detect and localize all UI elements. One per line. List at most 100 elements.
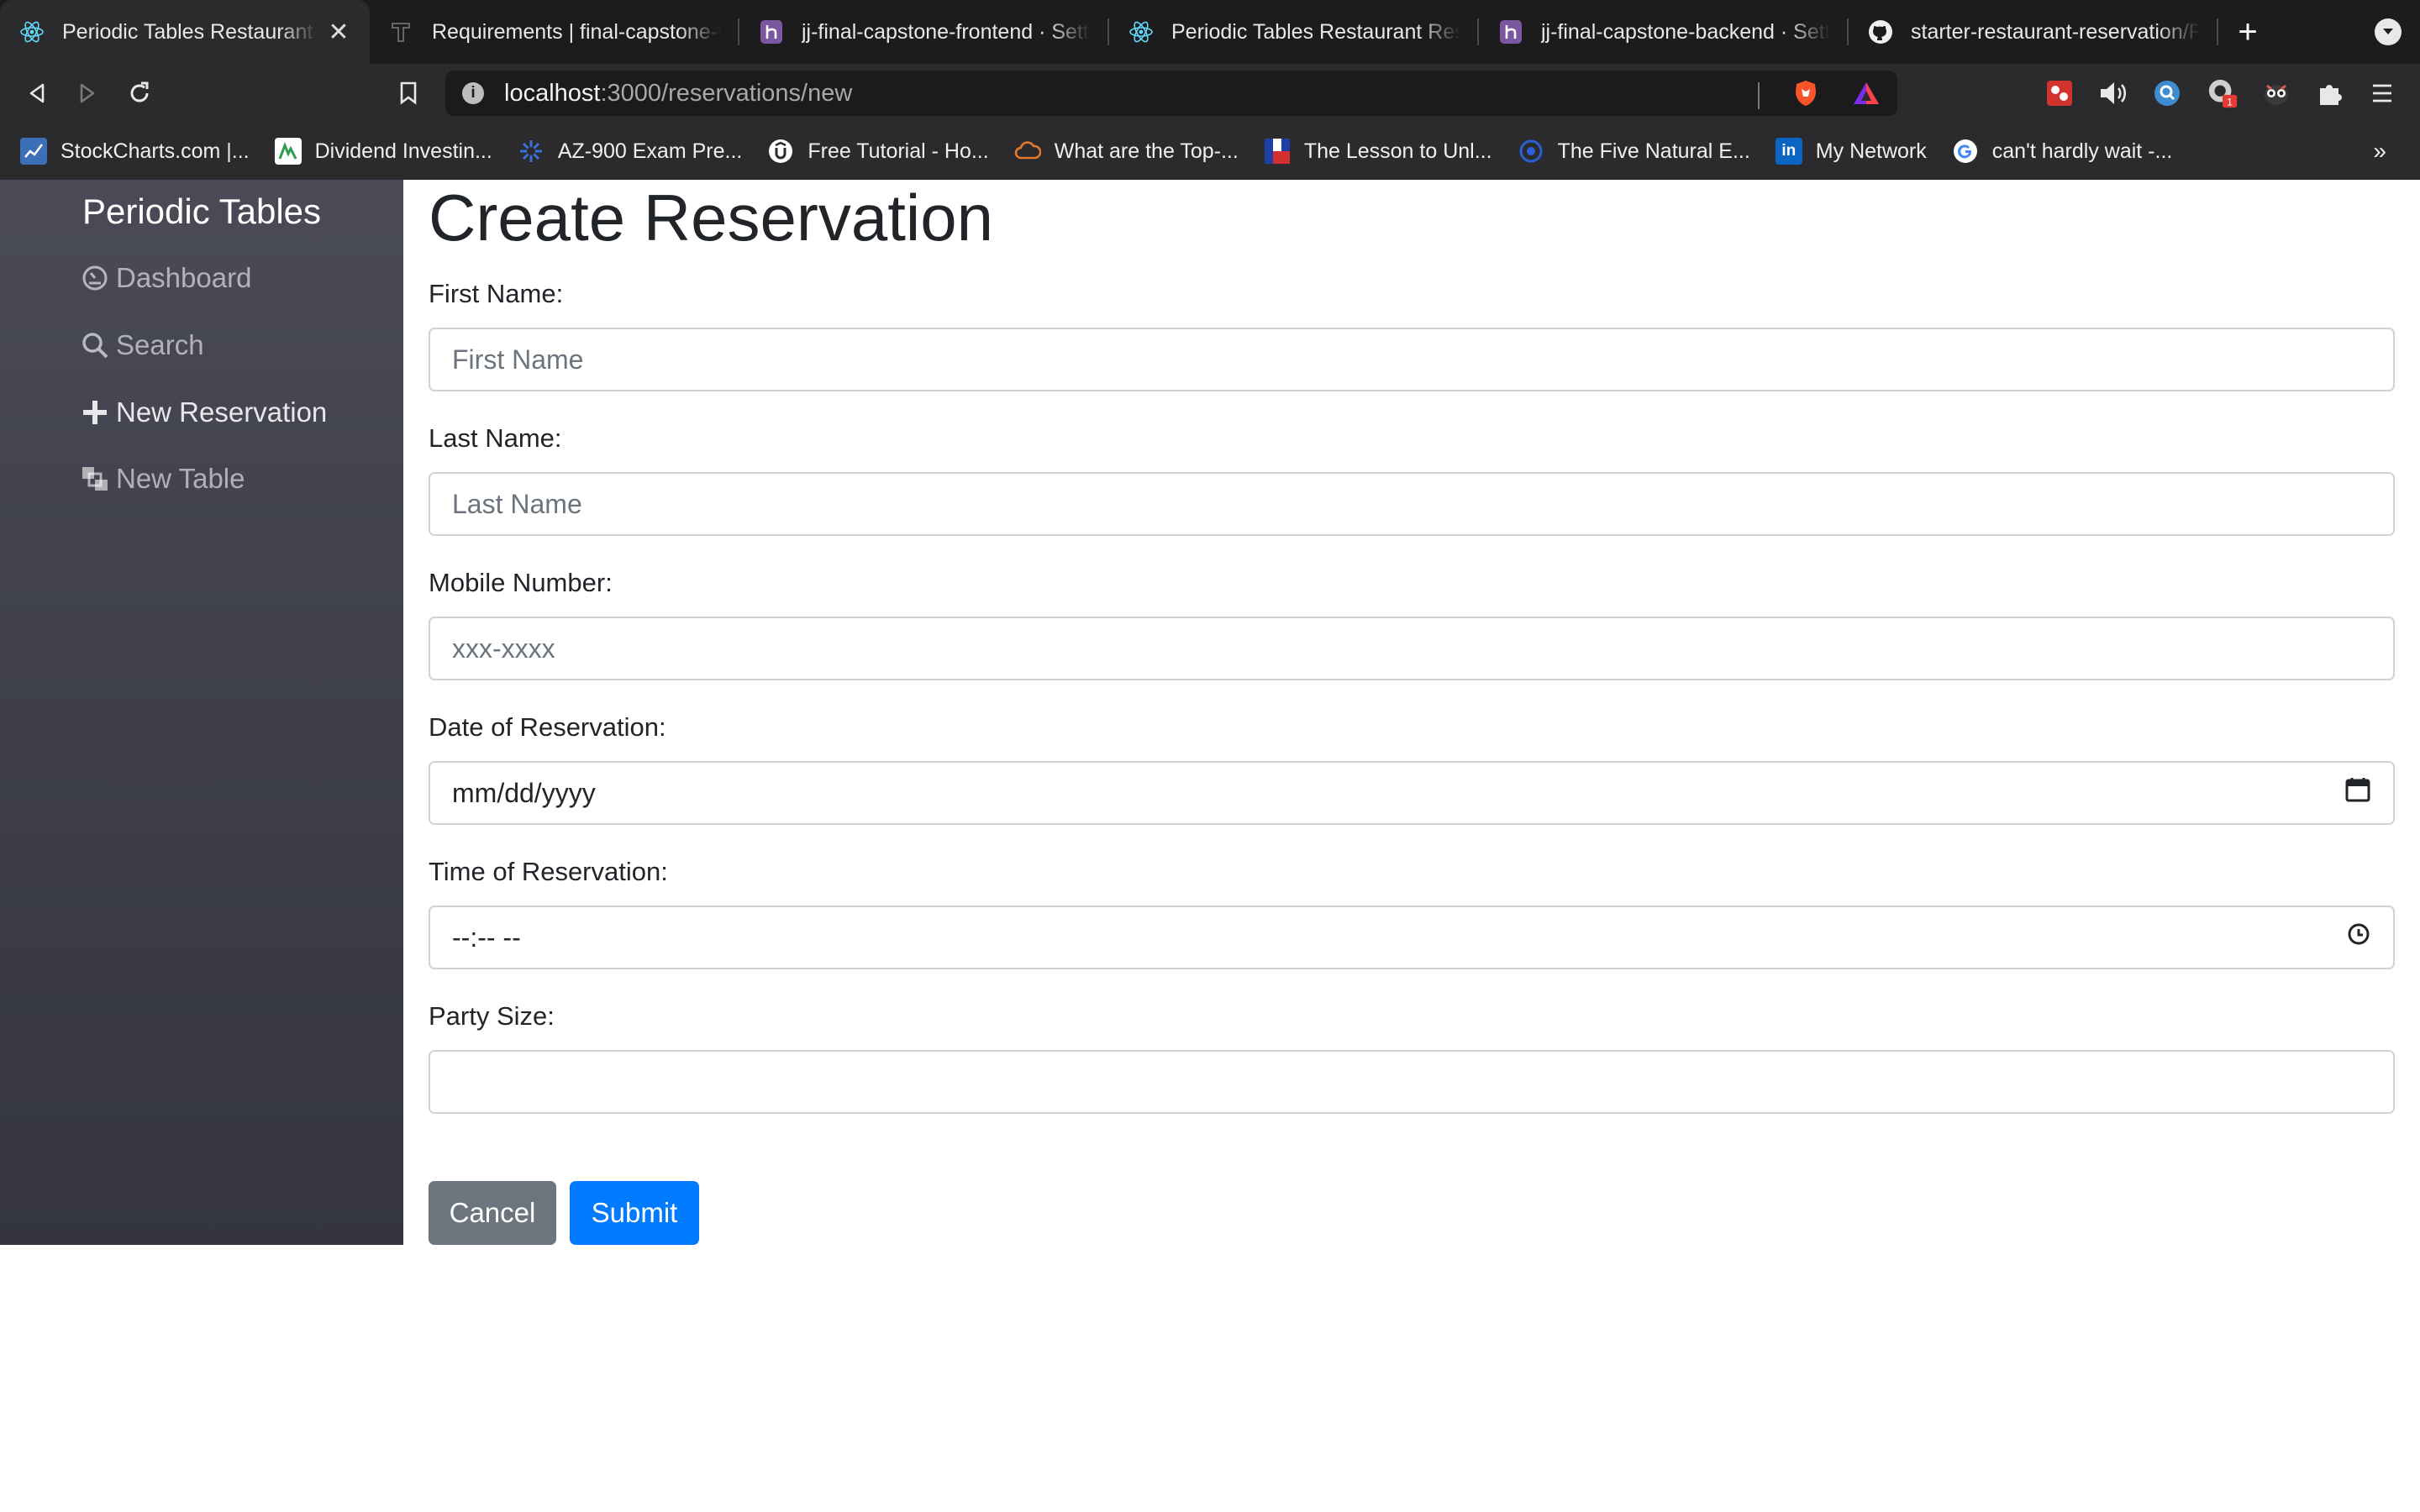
dashboard-icon (81, 264, 109, 292)
url-host: localhost (504, 79, 601, 107)
party-size-label: Party Size: (429, 1001, 555, 1031)
cancel-button[interactable]: Cancel (429, 1181, 556, 1245)
site-info-icon[interactable]: i (462, 82, 484, 104)
brave-rewards-icon[interactable] (1852, 81, 1881, 110)
date-input-placeholder: mm/dd/yyyy (452, 777, 596, 808)
bookmark-icon[interactable] (383, 68, 434, 118)
brand-title[interactable]: Periodic Tables (0, 192, 403, 232)
bookmark-label: AZ-900 Exam Pre... (557, 139, 743, 163)
github-icon (1867, 18, 1894, 45)
bookmark-cloud[interactable]: What are the Top-... (1014, 138, 1239, 165)
last-name-label: Last Name: (429, 423, 562, 453)
react-icon (18, 18, 45, 45)
tab-backend-settings[interactable]: jj-final-capstone-backend · Settings (1479, 0, 1849, 64)
bookmark-stockcharts[interactable]: StockCharts.com |... (20, 138, 250, 165)
bookmark-my-network[interactable]: in My Network (1775, 138, 1927, 165)
extension-owl-icon[interactable] (2260, 77, 2292, 109)
svg-text:1: 1 (2227, 96, 2233, 108)
sidebar-item-dashboard[interactable]: Dashboard (81, 262, 251, 294)
tab-search-menu-icon[interactable] (2375, 18, 2402, 45)
time-field[interactable]: --:-- -- (429, 906, 2395, 969)
back-icon[interactable] (12, 68, 62, 118)
mobile-number-input[interactable] (452, 618, 2371, 679)
date-field[interactable]: mm/dd/yyyy (429, 761, 2395, 825)
dividend-icon (274, 138, 302, 165)
tab-divider (2217, 18, 2218, 45)
sidebar-item-search[interactable]: Search (81, 329, 204, 361)
sidebar-item-new-table[interactable]: New Table (81, 463, 245, 495)
bookmark-label: The Five Natural E... (1557, 139, 1750, 163)
address-bar[interactable]: i localhost:3000/reservations/new (445, 71, 1897, 116)
heroku-icon (758, 18, 785, 45)
linkedin-icon: in (1775, 138, 1802, 165)
tab-frontend-settings[interactable]: jj-final-capstone-frontend · Settings (739, 0, 1109, 64)
first-name-input[interactable] (452, 329, 2371, 390)
browser-menu-icon[interactable] (2366, 77, 2398, 109)
mobile-number-field[interactable] (429, 617, 2395, 680)
tab-label: jj-final-capstone-backend · Settings (1541, 19, 1830, 44)
bookmark-label: The Lesson to Unl... (1303, 139, 1492, 163)
url-path: :3000/reservations/new (600, 79, 853, 107)
speaker-icon[interactable] (2097, 77, 2129, 109)
brave-shields-icon[interactable] (1793, 79, 1818, 112)
bookmark-five-natural[interactable]: The Five Natural E... (1518, 138, 1750, 165)
browser-toolbar: i localhost:3000/reservations/new 1 (0, 64, 2420, 123)
first-name-field[interactable] (429, 328, 2395, 391)
submit-button[interactable]: Submit (570, 1181, 699, 1245)
google-icon (1952, 138, 1979, 165)
page-title: Create Reservation (429, 181, 993, 255)
party-size-field[interactable] (429, 1050, 2395, 1114)
bookmark-lesson[interactable]: The Lesson to Unl... (1264, 138, 1492, 165)
party-size-input[interactable] (452, 1052, 2371, 1112)
tab-label: Periodic Tables Restaurant Reservations (1171, 19, 1460, 44)
tab-periodic-tables-active[interactable]: Periodic Tables Restaurant Reservations … (0, 0, 370, 64)
time-label: Time of Reservation: (429, 857, 668, 886)
last-name-field[interactable] (429, 472, 2395, 536)
sidebar: Periodic Tables Dashboard Search New Res… (0, 180, 403, 1245)
sidebar-item-label: New Table (116, 463, 245, 494)
extension-badge-icon[interactable]: 1 (2207, 77, 2238, 109)
bookmark-google[interactable]: can't hardly wait -... (1952, 138, 2172, 165)
clock-icon[interactable] (2346, 921, 2371, 953)
tab-label: jj-final-capstone-frontend · Settings (802, 19, 1091, 44)
bookmark-label: StockCharts.com |... (60, 139, 250, 163)
bookmark-udemy[interactable]: Free Tutorial - Ho... (767, 138, 989, 165)
circle-icon (1518, 138, 1544, 165)
tab-label: starter-restaurant-reservation/R (1911, 19, 2200, 44)
stockcharts-icon (20, 138, 47, 165)
forward-icon[interactable] (62, 68, 113, 118)
flag-icon (1264, 138, 1291, 165)
cloud-icon (1014, 138, 1041, 165)
table-icon (81, 465, 109, 493)
heroku-icon (1497, 18, 1524, 45)
bookmark-az900[interactable]: AZ-900 Exam Pre... (518, 138, 743, 165)
url-divider (1758, 81, 1760, 109)
bookmark-dividend[interactable]: Dividend Investin... (274, 138, 492, 165)
browser-tab-bar: Periodic Tables Restaurant Reservations … (0, 0, 2420, 64)
sidebar-item-label: Dashboard (116, 262, 252, 293)
first-name-label: First Name: (429, 279, 564, 308)
extensions-puzzle-icon[interactable] (2314, 77, 2346, 109)
calendar-icon[interactable] (2344, 776, 2371, 810)
date-label: Date of Reservation: (429, 712, 666, 742)
thinkful-icon (388, 18, 415, 45)
reload-icon[interactable] (114, 68, 165, 118)
bookmark-label: Free Tutorial - Ho... (808, 139, 989, 163)
tab-label: Requirements | final-capstone-v (432, 19, 721, 44)
plus-icon (81, 398, 109, 427)
more-bookmarks-icon[interactable]: » (2373, 138, 2386, 165)
bookmark-label: My Network (1815, 139, 1927, 163)
new-tab-button[interactable]: + (2218, 0, 2277, 64)
search-icon (81, 331, 109, 360)
extension-search-icon[interactable] (2151, 77, 2183, 109)
tab-requirements[interactable]: Requirements | final-capstone-v (370, 0, 739, 64)
az900-icon (518, 138, 544, 165)
sidebar-item-new-reservation[interactable]: New Reservation (81, 396, 327, 428)
tab-periodic-tables[interactable]: Periodic Tables Restaurant Reservations (1109, 0, 1479, 64)
close-tab-icon[interactable]: ✕ (326, 18, 351, 46)
last-name-input[interactable] (452, 474, 2371, 534)
extension-mosaic-icon[interactable] (2044, 77, 2075, 109)
time-input-placeholder: --:-- -- (452, 921, 521, 953)
mobile-number-label: Mobile Number: (429, 568, 613, 597)
tab-github-starter[interactable]: starter-restaurant-reservation/R (1849, 0, 2218, 64)
